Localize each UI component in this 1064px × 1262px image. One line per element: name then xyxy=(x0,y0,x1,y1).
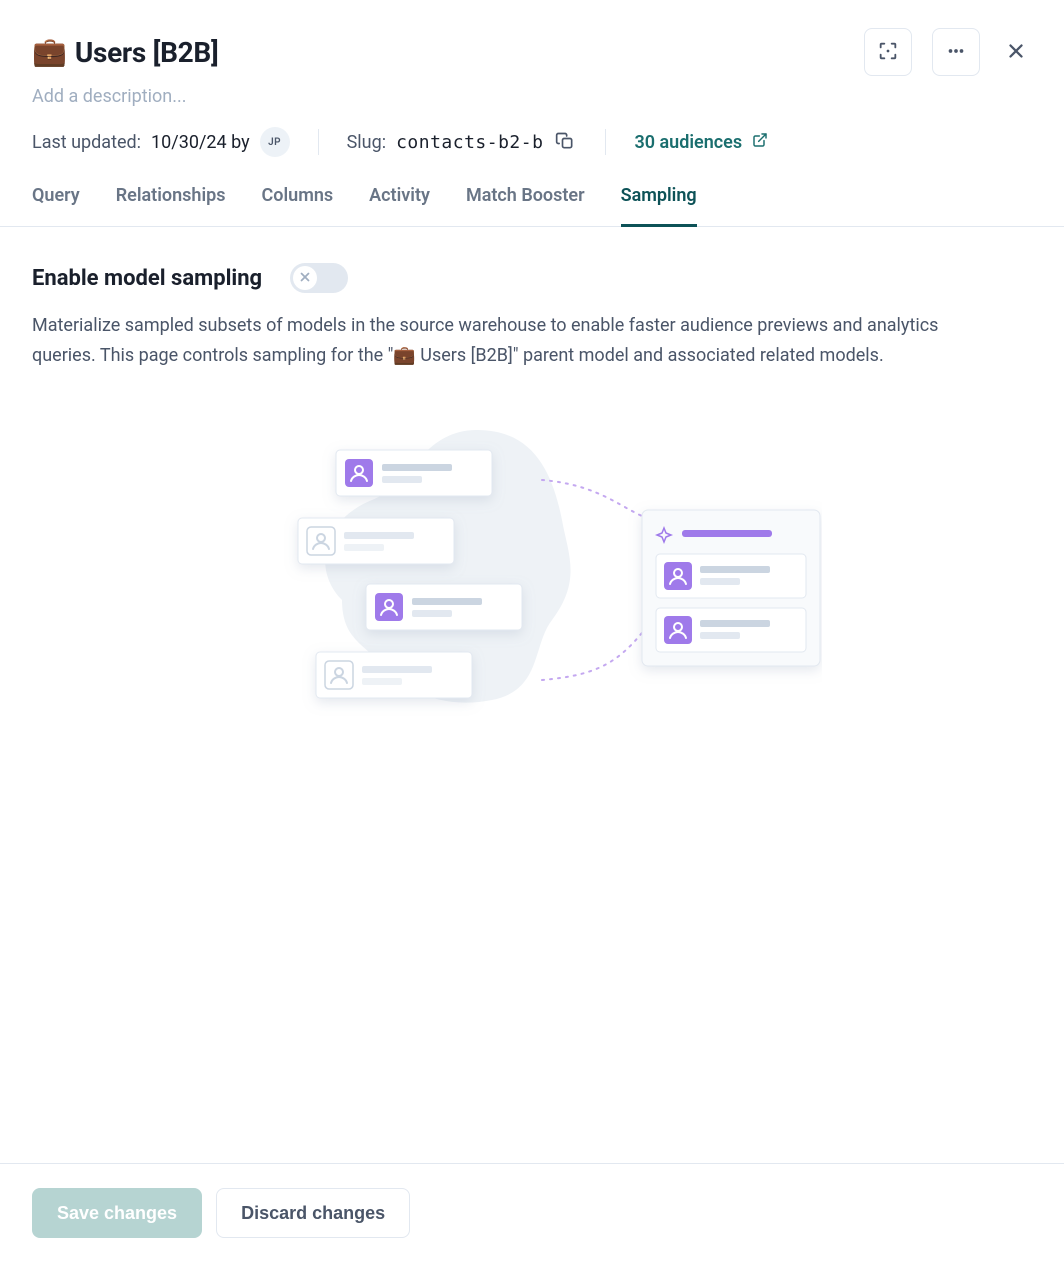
close-button[interactable] xyxy=(1000,36,1032,68)
more-horizontal-icon xyxy=(945,40,967,65)
description-input[interactable]: Add a description... xyxy=(32,86,1032,107)
copy-icon xyxy=(555,131,575,154)
discard-button[interactable]: Discard changes xyxy=(216,1188,410,1238)
meta-row: Last updated: 10/30/24 by JP Slug: conta… xyxy=(32,127,1032,157)
tab-activity[interactable]: Activity xyxy=(369,185,430,227)
tab-query[interactable]: Query xyxy=(32,185,80,227)
tab-match-booster[interactable]: Match Booster xyxy=(466,185,585,227)
content: Enable model sampling Materialize sample… xyxy=(0,227,1064,720)
divider xyxy=(605,129,606,155)
section-title-row: Enable model sampling xyxy=(32,263,1032,293)
title-actions xyxy=(864,28,1032,76)
enable-sampling-toggle[interactable] xyxy=(290,263,348,293)
section-description: Materialize sampled subsets of models in… xyxy=(32,311,972,370)
save-button[interactable]: Save changes xyxy=(32,1188,202,1238)
title-left: 💼 Users [B2B] xyxy=(32,36,218,69)
fullscreen-button[interactable] xyxy=(864,28,912,76)
section-title: Enable model sampling xyxy=(32,266,262,291)
more-options-button[interactable] xyxy=(932,28,980,76)
last-updated-value: 10/30/24 by xyxy=(151,132,250,153)
slug-label: Slug: xyxy=(347,132,386,153)
toggle-off-icon xyxy=(298,269,312,288)
page-title: Users [B2B] xyxy=(75,36,219,69)
author-avatar[interactable]: JP xyxy=(260,127,290,157)
fullscreen-icon xyxy=(877,40,899,65)
footer: Save changes Discard changes xyxy=(0,1163,1064,1262)
title-emoji-icon: 💼 xyxy=(32,38,67,66)
copy-slug-button[interactable] xyxy=(553,129,577,156)
tab-sampling[interactable]: Sampling xyxy=(621,185,697,227)
last-updated: Last updated: 10/30/24 by JP xyxy=(32,127,290,157)
tab-relationships[interactable]: Relationships xyxy=(116,185,226,227)
close-icon xyxy=(1005,40,1027,65)
toggle-knob xyxy=(293,266,317,290)
slug-value: contacts-b2-b xyxy=(396,132,543,153)
tab-columns[interactable]: Columns xyxy=(262,185,334,227)
sampling-illustration-svg xyxy=(242,410,822,720)
last-updated-label: Last updated: xyxy=(32,132,141,153)
audiences-link-label: 30 audiences xyxy=(634,132,742,153)
divider xyxy=(318,129,319,155)
tabs: Query Relationships Columns Activity Mat… xyxy=(0,185,1064,227)
audiences-link[interactable]: 30 audiences xyxy=(634,132,768,153)
page-header: 💼 Users [B2B] xyxy=(0,0,1064,157)
sampling-illustration xyxy=(32,370,1032,720)
slug: Slug: contacts-b2-b xyxy=(347,129,578,156)
title-row: 💼 Users [B2B] xyxy=(32,28,1032,76)
external-link-icon xyxy=(752,132,768,153)
